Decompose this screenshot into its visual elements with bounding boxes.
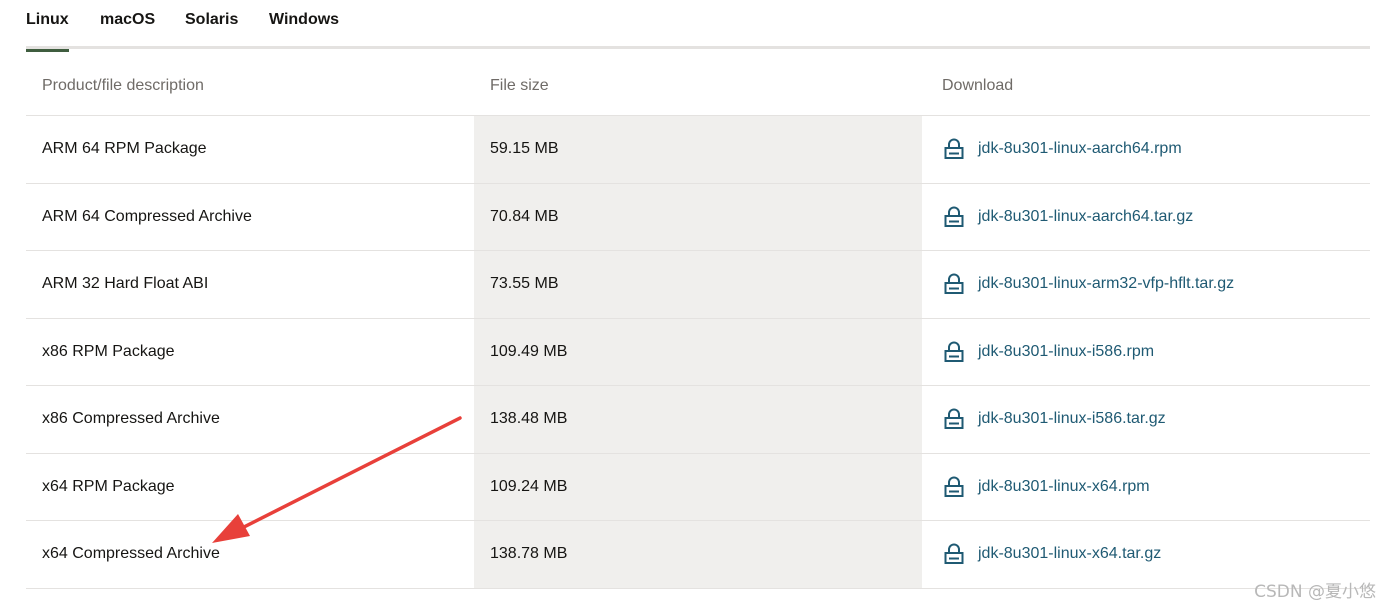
table-row: ARM 64 Compressed Archive 70.84 MB jdk-8u3…	[26, 183, 1370, 251]
row-file-size: 109.49 MB	[474, 318, 922, 385]
row-description: x86 Compressed Archive	[42, 410, 220, 428]
lock-icon	[942, 475, 966, 499]
lock-icon	[942, 272, 966, 296]
tab-macos[interactable]: macOS	[100, 0, 155, 49]
table-row: x64 RPM Package 109.24 MB jdk-8u301-linux-…	[26, 453, 1370, 521]
download-file-name[interactable]: jdk-8u301-linux-i586.rpm	[978, 343, 1154, 361]
download-file-name[interactable]: jdk-8u301-linux-arm32-vfp-hflt.tar.gz	[978, 275, 1234, 293]
download-link[interactable]: jdk-8u301-linux-x64.tar.gz	[942, 542, 1161, 566]
download-file-name[interactable]: jdk-8u301-linux-x64.rpm	[978, 478, 1150, 496]
download-link[interactable]: jdk-8u301-linux-aarch64.tar.gz	[942, 205, 1193, 229]
downloads-table: Product/file description File size Downl…	[26, 57, 1370, 589]
table-row: ARM 64 RPM Package 59.15 MB jdk-8u301-linu…	[26, 116, 1370, 184]
download-file-name[interactable]: jdk-8u301-linux-aarch64.tar.gz	[978, 208, 1193, 226]
watermark: CSDN @夏小悠	[1254, 582, 1376, 602]
header-description: Product/file description	[42, 77, 204, 94]
tab-solaris[interactable]: Solaris	[185, 0, 238, 49]
row-file-size: 138.48 MB	[474, 386, 922, 453]
row-file-size: 70.84 MB	[474, 183, 922, 250]
lock-icon	[942, 407, 966, 431]
download-file-name[interactable]: jdk-8u301-linux-x64.tar.gz	[978, 545, 1161, 563]
tab-windows[interactable]: Windows	[269, 0, 339, 49]
lock-icon	[942, 340, 966, 364]
header-file-size: File size	[490, 77, 549, 94]
download-link[interactable]: jdk-8u301-linux-arm32-vfp-hflt.tar.gz	[942, 272, 1234, 296]
row-description: x64 RPM Package	[42, 477, 175, 495]
download-link[interactable]: jdk-8u301-linux-x64.rpm	[942, 475, 1150, 499]
row-download: jdk-8u301-linux-aarch64.tar.gz	[922, 184, 1370, 251]
download-link[interactable]: jdk-8u301-linux-i586.tar.gz	[942, 407, 1166, 431]
row-description: ARM 32 Hard Float ABI	[42, 275, 209, 293]
row-description: ARM 64 Compressed Archive	[42, 207, 252, 225]
download-page: Linux macOS Solaris Windows Product/file…	[0, 0, 1390, 610]
row-description: ARM 64 RPM Package	[42, 140, 207, 158]
tab-linux[interactable]: Linux	[26, 0, 69, 52]
row-description: x86 RPM Package	[42, 342, 175, 360]
lock-icon	[942, 542, 966, 566]
row-description: x64 Compressed Archive	[42, 545, 220, 563]
row-file-size: 109.24 MB	[474, 453, 922, 520]
row-download: jdk-8u301-linux-arm32-vfp-hflt.tar.gz	[922, 251, 1370, 318]
row-download: jdk-8u301-linux-aarch64.rpm	[922, 116, 1370, 183]
row-file-size: 73.55 MB	[474, 251, 922, 318]
table-row: ARM 32 Hard Float ABI 73.55 MB jdk-8u301-l…	[26, 251, 1370, 319]
row-download: jdk-8u301-linux-i586.tar.gz	[922, 386, 1370, 453]
header-download: Download	[942, 77, 1014, 94]
table-row: x64 Compressed Archive 138.78 MB jdk-8u301…	[26, 521, 1370, 589]
download-file-name[interactable]: jdk-8u301-linux-aarch64.rpm	[978, 140, 1182, 158]
table-row: x86 RPM Package 109.49 MB jdk-8u301-linux-…	[26, 318, 1370, 386]
os-tabs: Linux macOS Solaris Windows	[26, 0, 1370, 52]
row-file-size: 59.15 MB	[474, 116, 922, 183]
download-link[interactable]: jdk-8u301-linux-i586.rpm	[942, 340, 1154, 364]
row-download: jdk-8u301-linux-i586.rpm	[922, 319, 1370, 386]
row-file-size: 138.78 MB	[474, 521, 922, 588]
lock-icon	[942, 205, 966, 229]
download-file-name[interactable]: jdk-8u301-linux-i586.tar.gz	[978, 410, 1166, 428]
table-header-row: Product/file description File size Downl…	[26, 57, 1370, 116]
download-link[interactable]: jdk-8u301-linux-aarch64.rpm	[942, 137, 1182, 161]
table-row: x86 Compressed Archive 138.48 MB jdk-8u301…	[26, 386, 1370, 454]
lock-icon	[942, 137, 966, 161]
row-download: jdk-8u301-linux-x64.rpm	[922, 454, 1370, 521]
